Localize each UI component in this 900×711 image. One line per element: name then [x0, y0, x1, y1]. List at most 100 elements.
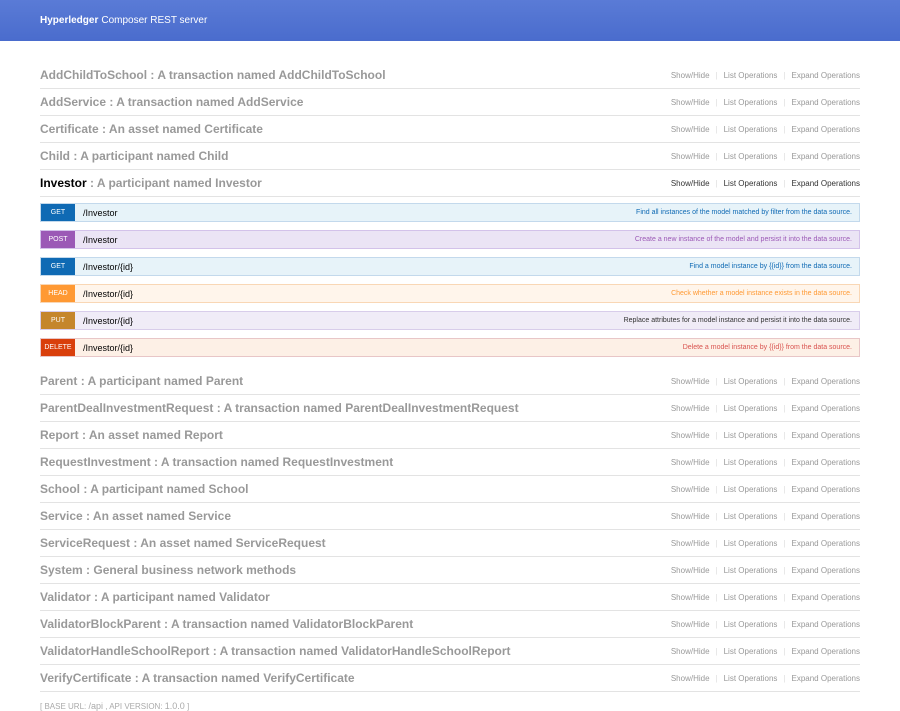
operation-summary[interactable]: Find all instances of the model matched …	[636, 209, 859, 216]
show-hide-link[interactable]: Show/Hide	[671, 647, 710, 656]
resource-name-link[interactable]: RequestInvestment	[40, 455, 151, 469]
operation-path[interactable]: /Investor/{id}	[83, 289, 671, 299]
show-hide-link[interactable]: Show/Hide	[671, 539, 710, 548]
operation-summary[interactable]: Replace attributes for a model instance …	[624, 317, 859, 324]
list-operations-link[interactable]: List Operations	[724, 458, 778, 467]
list-operations-link[interactable]: List Operations	[724, 539, 778, 548]
expand-operations-link[interactable]: Expand Operations	[792, 152, 861, 161]
list-operations-link[interactable]: List Operations	[724, 98, 778, 107]
resource-name-link[interactable]: Parent	[40, 374, 77, 388]
operation-path[interactable]: /Investor/{id}	[83, 343, 683, 353]
separator: |	[783, 70, 786, 80]
show-hide-link[interactable]: Show/Hide	[671, 431, 710, 440]
operation-put-4[interactable]: put/Investor/{id} Replace attributes for …	[40, 311, 860, 330]
http-method-badge[interactable]: put	[41, 312, 75, 329]
expand-operations-link[interactable]: Expand Operations	[792, 431, 861, 440]
operation-path[interactable]: /Investor/{id}	[83, 262, 689, 272]
separator: |	[715, 538, 718, 548]
resource-name-link[interactable]: ValidatorBlockParent	[40, 617, 161, 631]
operation-path[interactable]: /Investor	[83, 235, 635, 245]
resource-name-link[interactable]: VerifyCertificate	[40, 671, 131, 685]
list-operations-link[interactable]: List Operations	[724, 620, 778, 629]
operation-delete-5[interactable]: delete/Investor/{id} Delete a model insta…	[40, 338, 860, 357]
show-hide-link[interactable]: Show/Hide	[671, 404, 710, 413]
http-method-badge[interactable]: delete	[41, 339, 75, 356]
expand-operations-link[interactable]: Expand Operations	[792, 512, 861, 521]
expand-operations-link[interactable]: Expand Operations	[792, 71, 861, 80]
resource-name-link[interactable]: Validator	[40, 590, 91, 604]
operation-summary[interactable]: Check whether a model instance exists in…	[671, 290, 859, 297]
resource-name-link[interactable]: Child	[40, 149, 70, 163]
brand-name[interactable]: Hyperledger	[40, 15, 98, 26]
operation-post-1[interactable]: post/Investor Create a new instance of th…	[40, 230, 860, 249]
resource-name-link[interactable]: ServiceRequest	[40, 536, 130, 550]
operation-get-2[interactable]: get/Investor/{id} Find a model instance b…	[40, 257, 860, 276]
show-hide-link[interactable]: Show/Hide	[671, 485, 710, 494]
list-operations-link[interactable]: List Operations	[724, 566, 778, 575]
http-method-badge[interactable]: get	[41, 204, 75, 221]
operation-get-0[interactable]: get/Investor Find all instances of the mo…	[40, 203, 860, 222]
resource-options: Show/Hide | List Operations | Expand Operati…	[671, 593, 860, 602]
show-hide-link[interactable]: Show/Hide	[671, 620, 710, 629]
list-operations-link[interactable]: List Operations	[724, 125, 778, 134]
resource-name-link[interactable]: Report	[40, 428, 79, 442]
resource-options: Show/Hide | List Operations | Expand Operati…	[671, 431, 860, 440]
api-version-label: , Api Version:	[102, 702, 165, 711]
show-hide-link[interactable]: Show/Hide	[671, 71, 710, 80]
show-hide-link[interactable]: Show/Hide	[671, 566, 710, 575]
show-hide-link[interactable]: Show/Hide	[671, 593, 710, 602]
operation-summary[interactable]: Find a model instance by {{id}} from the…	[689, 263, 859, 270]
show-hide-link[interactable]: Show/Hide	[671, 179, 710, 188]
operation-head-3[interactable]: head/Investor/{id} Check whether a model …	[40, 284, 860, 303]
list-operations-link[interactable]: List Operations	[724, 647, 778, 656]
show-hide-link[interactable]: Show/Hide	[671, 458, 710, 467]
list-operations-link[interactable]: List Operations	[724, 431, 778, 440]
resource-name-link[interactable]: School	[40, 482, 80, 496]
show-hide-link[interactable]: Show/Hide	[671, 512, 710, 521]
list-operations-link[interactable]: List Operations	[724, 152, 778, 161]
resource-name-link[interactable]: ParentDealInvestmentRequest	[40, 401, 213, 415]
expand-operations-link[interactable]: Expand Operations	[792, 566, 861, 575]
resource-name-link[interactable]: Investor	[40, 176, 87, 190]
list-operations-link[interactable]: List Operations	[724, 377, 778, 386]
show-hide-link[interactable]: Show/Hide	[671, 377, 710, 386]
expand-operations-link[interactable]: Expand Operations	[792, 98, 861, 107]
show-hide-link[interactable]: Show/Hide	[671, 674, 710, 683]
operation-path[interactable]: /Investor/{id}	[83, 316, 624, 326]
expand-operations-link[interactable]: Expand Operations	[792, 593, 861, 602]
operation-path[interactable]: /Investor	[83, 208, 636, 218]
list-operations-link[interactable]: List Operations	[724, 179, 778, 188]
show-hide-link[interactable]: Show/Hide	[671, 98, 710, 107]
operation-summary[interactable]: Create a new instance of the model and p…	[635, 236, 859, 243]
resource-name-link[interactable]: Service	[40, 509, 83, 523]
expand-operations-link[interactable]: Expand Operations	[792, 674, 861, 683]
expand-operations-link[interactable]: Expand Operations	[792, 179, 861, 188]
expand-operations-link[interactable]: Expand Operations	[792, 404, 861, 413]
list-operations-link[interactable]: List Operations	[724, 485, 778, 494]
list-operations-link[interactable]: List Operations	[724, 593, 778, 602]
show-hide-link[interactable]: Show/Hide	[671, 125, 710, 134]
resource-name-link[interactable]: AddService	[40, 95, 106, 109]
expand-operations-link[interactable]: Expand Operations	[792, 647, 861, 656]
expand-operations-link[interactable]: Expand Operations	[792, 485, 861, 494]
resource-name-link[interactable]: Certificate	[40, 122, 99, 136]
operation-summary[interactable]: Delete a model instance by {{id}} from t…	[683, 344, 859, 351]
expand-operations-link[interactable]: Expand Operations	[792, 539, 861, 548]
resource-description: : A transaction named AddService	[106, 95, 304, 109]
show-hide-link[interactable]: Show/Hide	[671, 152, 710, 161]
separator: |	[715, 592, 718, 602]
list-operations-link[interactable]: List Operations	[724, 512, 778, 521]
http-method-badge[interactable]: get	[41, 258, 75, 275]
list-operations-link[interactable]: List Operations	[724, 404, 778, 413]
expand-operations-link[interactable]: Expand Operations	[792, 377, 861, 386]
resource-name-link[interactable]: AddChildToSchool	[40, 68, 147, 82]
list-operations-link[interactable]: List Operations	[724, 71, 778, 80]
http-method-badge[interactable]: head	[41, 285, 75, 302]
resource-name-link[interactable]: ValidatorHandleSchoolReport	[40, 644, 209, 658]
resource-name-link[interactable]: System	[40, 563, 83, 577]
expand-operations-link[interactable]: Expand Operations	[792, 458, 861, 467]
http-method-badge[interactable]: post	[41, 231, 75, 248]
expand-operations-link[interactable]: Expand Operations	[792, 620, 861, 629]
list-operations-link[interactable]: List Operations	[724, 674, 778, 683]
expand-operations-link[interactable]: Expand Operations	[792, 125, 861, 134]
